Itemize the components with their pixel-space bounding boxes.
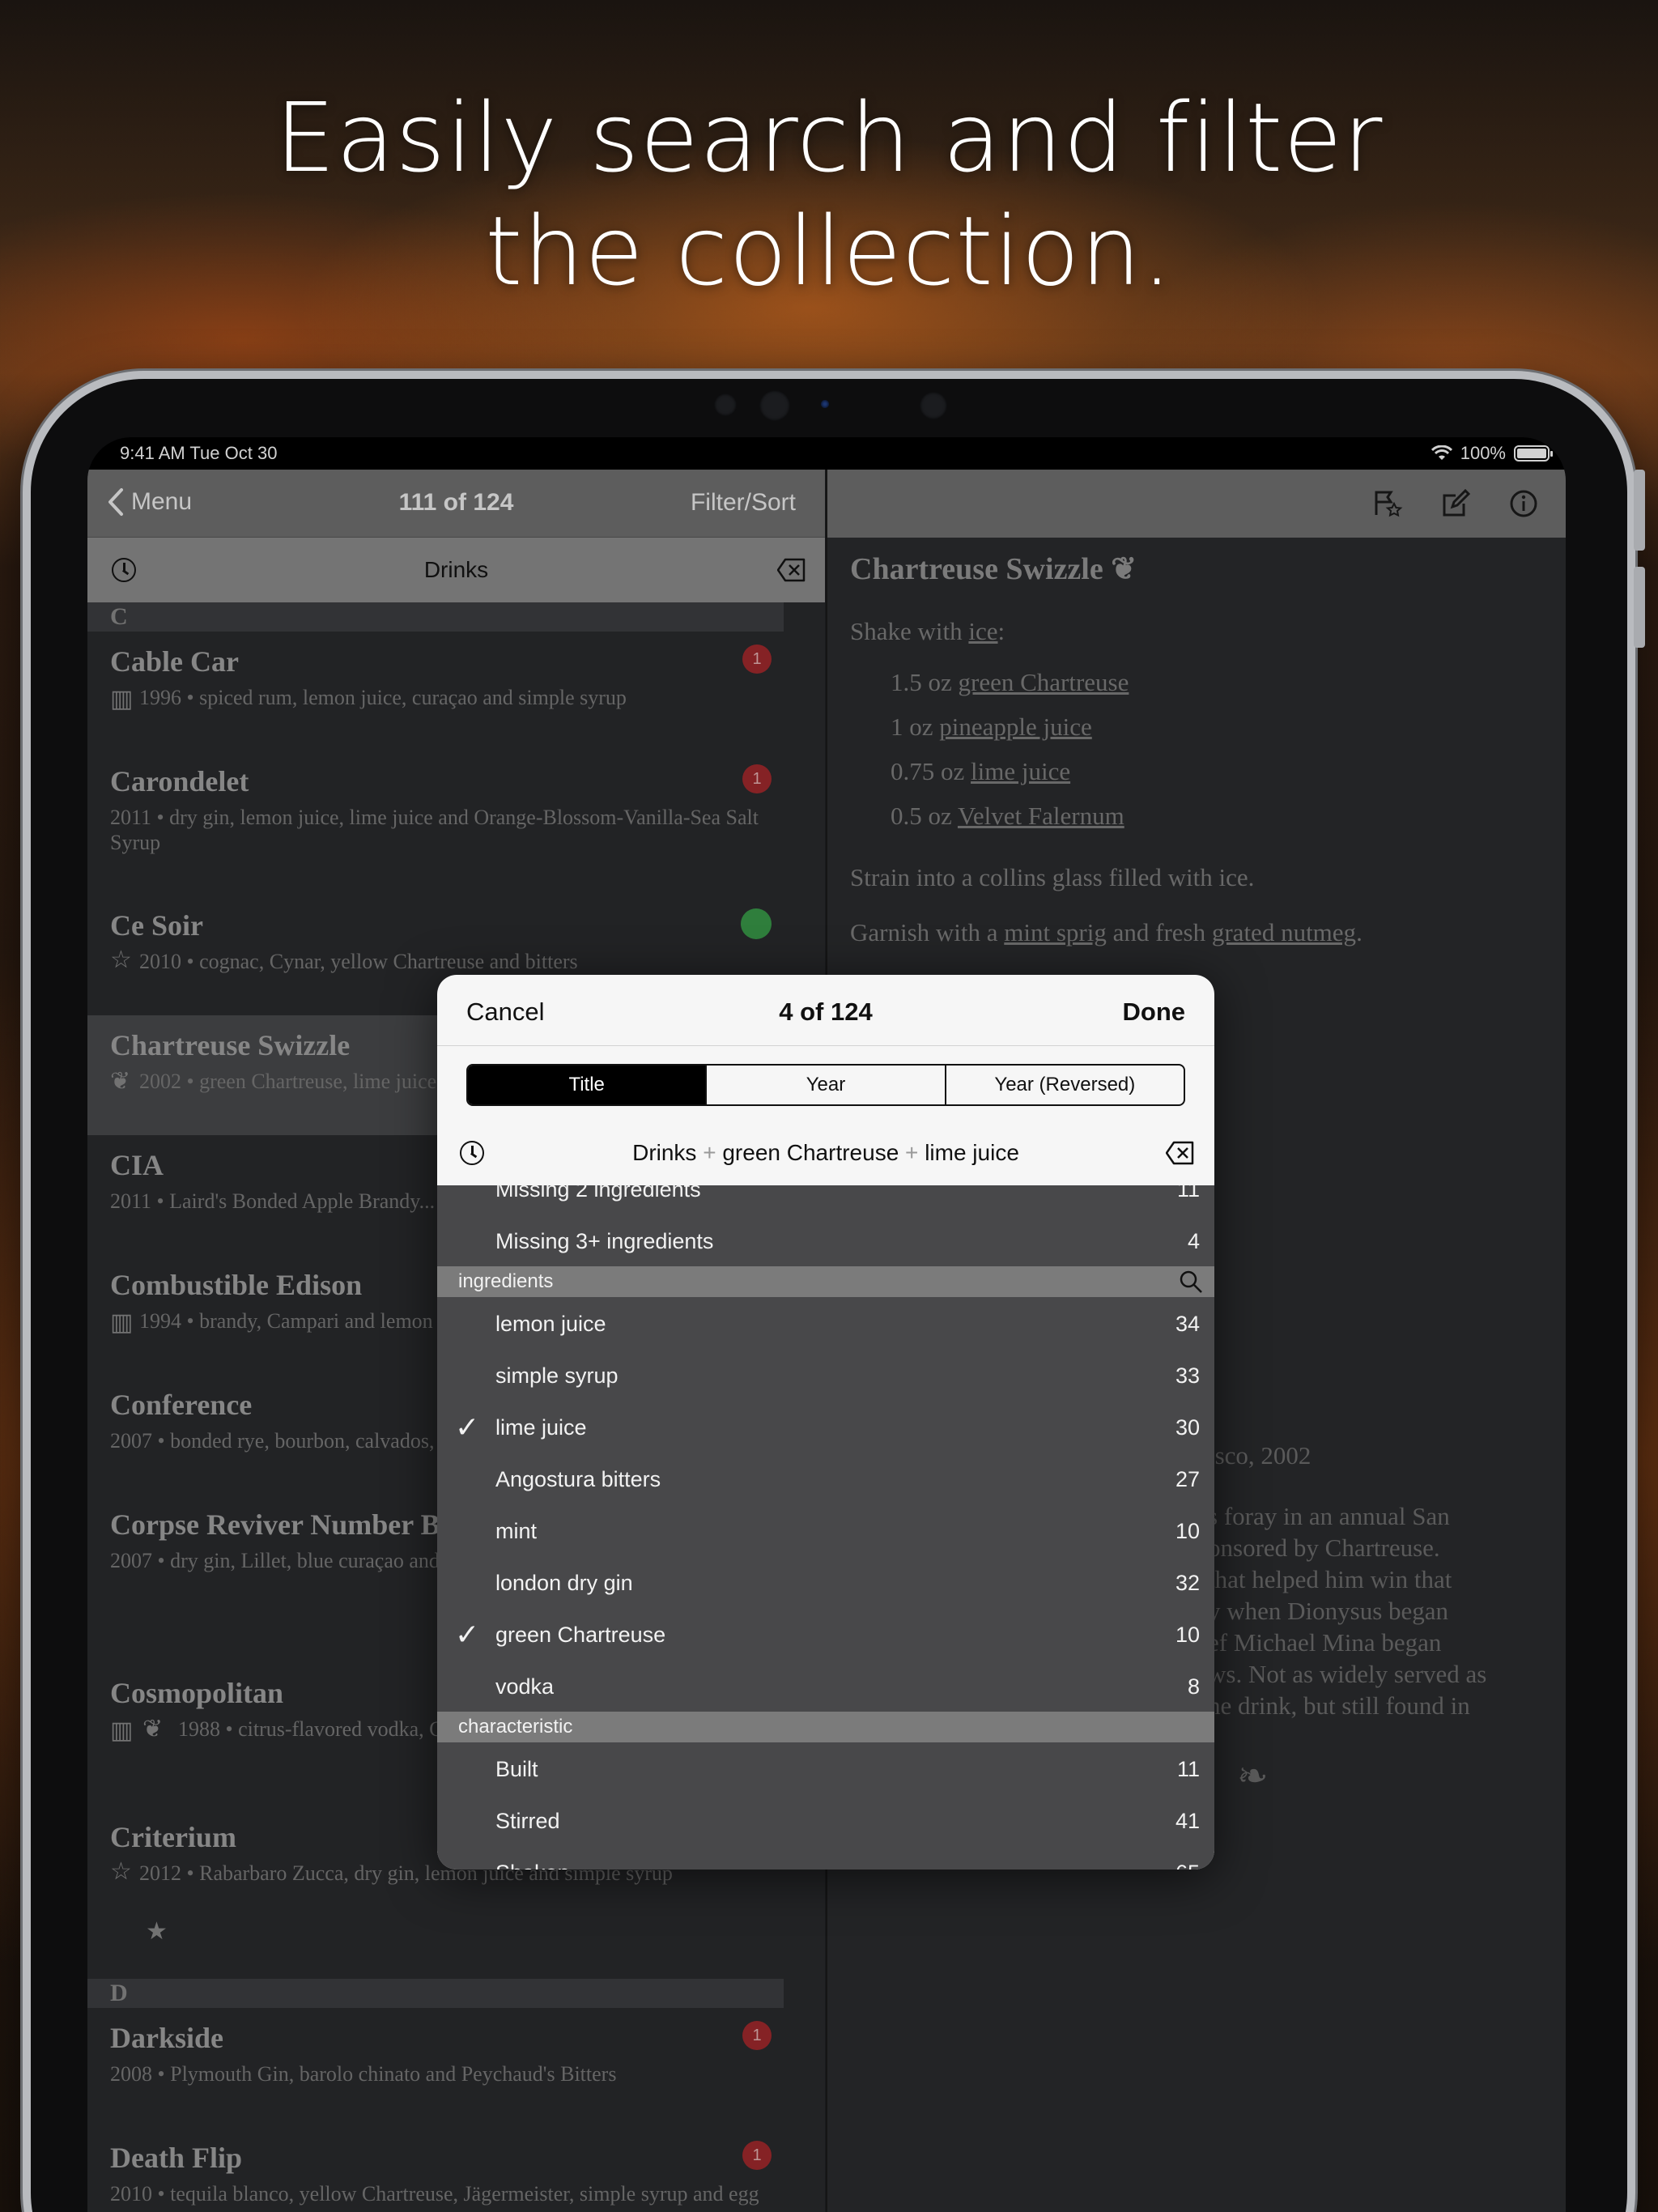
filter-option-row[interactable]: Shaken 65	[437, 1846, 1214, 1870]
option-count: 10	[1175, 1519, 1200, 1543]
option-count: 33	[1175, 1363, 1200, 1388]
headline: Easily search and filter the collection.	[0, 81, 1658, 308]
ingredients-section-header: ingredients	[437, 1266, 1214, 1297]
sort-segmented-control: Title Year Year (Reversed)	[466, 1064, 1185, 1106]
ingredients-header-label: ingredients	[458, 1270, 554, 1292]
filter-option-row-checked[interactable]: ✓ lime juice 30	[437, 1401, 1214, 1453]
option-label: Shaken	[495, 1861, 570, 1870]
characteristic-section-header: characteristic	[437, 1712, 1214, 1742]
option-count: 41	[1175, 1809, 1200, 1833]
filter-token: green Chartreuse	[722, 1140, 899, 1165]
popover-filter-bar: Drinks + green Chartreuse + lime juice	[437, 1121, 1214, 1185]
headline-line-2: the collection.	[485, 195, 1173, 307]
filter-option-row-checked[interactable]: ✓ green Chartreuse 10	[437, 1608, 1214, 1660]
option-label: london dry gin	[495, 1571, 633, 1595]
option-count: 10	[1175, 1623, 1200, 1647]
popover-count-title: 4 of 124	[779, 998, 873, 1026]
filter-sort-popover: Cancel 4 of 124 Done Title Year Year (Re…	[437, 975, 1214, 1870]
camera-lens	[759, 390, 790, 421]
option-count: 11	[1176, 1757, 1200, 1781]
active-filters: Drinks + green Chartreuse + lime juice	[437, 1140, 1214, 1166]
volume-down-button	[1634, 567, 1645, 648]
proximity-sensor	[920, 392, 947, 419]
filter-plus: +	[703, 1140, 716, 1165]
sort-year-reversed-segment[interactable]: Year (Reversed)	[944, 1066, 1184, 1104]
filter-plus: +	[905, 1140, 919, 1165]
filter-option-row[interactable]: Stirred 41	[437, 1794, 1214, 1846]
filter-options-list: Missing 2 ingredients 11 Missing 3+ ingr…	[437, 1185, 1214, 1870]
face-id-sensor	[821, 400, 829, 408]
option-label: Stirred	[495, 1809, 560, 1833]
option-label: vodka	[495, 1674, 555, 1699]
volume-up-button	[1634, 470, 1645, 551]
option-label: lime juice	[495, 1415, 587, 1440]
option-count: 30	[1175, 1415, 1200, 1440]
option-count: 32	[1175, 1571, 1200, 1595]
option-count: 65	[1175, 1861, 1200, 1870]
filter-option-row[interactable]: Angostura bitters 27	[437, 1453, 1214, 1504]
option-label: Missing 2 ingredients	[495, 1185, 701, 1202]
option-count: 34	[1175, 1312, 1200, 1336]
checkmark-icon: ✓	[455, 1618, 480, 1651]
option-label: mint	[495, 1519, 538, 1543]
filter-option-row[interactable]: Missing 3+ ingredients 4	[437, 1214, 1214, 1266]
option-count: 27	[1175, 1467, 1200, 1491]
checkmark-icon: ✓	[455, 1410, 480, 1444]
done-button[interactable]: Done	[1123, 998, 1186, 1027]
option-count: 8	[1187, 1674, 1200, 1699]
filter-option-row[interactable]: Built 11	[437, 1742, 1214, 1794]
option-count: 11	[1176, 1185, 1200, 1202]
option-label: Built	[495, 1757, 538, 1781]
sort-title-segment[interactable]: Title	[468, 1066, 706, 1104]
filter-token: Drinks	[632, 1140, 697, 1165]
popover-header: Cancel 4 of 124 Done	[437, 975, 1214, 1046]
headline-line-1: Easily search and filter	[274, 82, 1384, 194]
filter-option-row[interactable]: london dry gin 32	[437, 1556, 1214, 1608]
filter-option-row[interactable]: mint 10	[437, 1504, 1214, 1556]
clear-filter-icon[interactable]	[1166, 1141, 1195, 1165]
filter-option-row[interactable]: Missing 2 ingredients 11	[437, 1185, 1214, 1214]
sort-year-segment[interactable]: Year	[705, 1066, 944, 1104]
option-label: simple syrup	[495, 1363, 619, 1388]
search-icon[interactable]	[1179, 1270, 1203, 1294]
screen: 9:41 AM Tue Oct 30 100% Menu 111 of 124 …	[87, 437, 1566, 2212]
filter-option-row[interactable]: lemon juice 34	[437, 1297, 1214, 1349]
option-label: Angostura bitters	[495, 1467, 661, 1491]
option-label: lemon juice	[495, 1312, 606, 1336]
filter-token: lime juice	[925, 1140, 1019, 1165]
option-label: green Chartreuse	[495, 1623, 666, 1647]
filter-option-row[interactable]: vodka 8	[437, 1660, 1214, 1712]
option-count: 4	[1187, 1229, 1200, 1253]
option-label: Missing 3+ ingredients	[495, 1229, 714, 1253]
filter-option-row[interactable]: simple syrup 33	[437, 1349, 1214, 1401]
sensor-dot	[714, 393, 737, 416]
